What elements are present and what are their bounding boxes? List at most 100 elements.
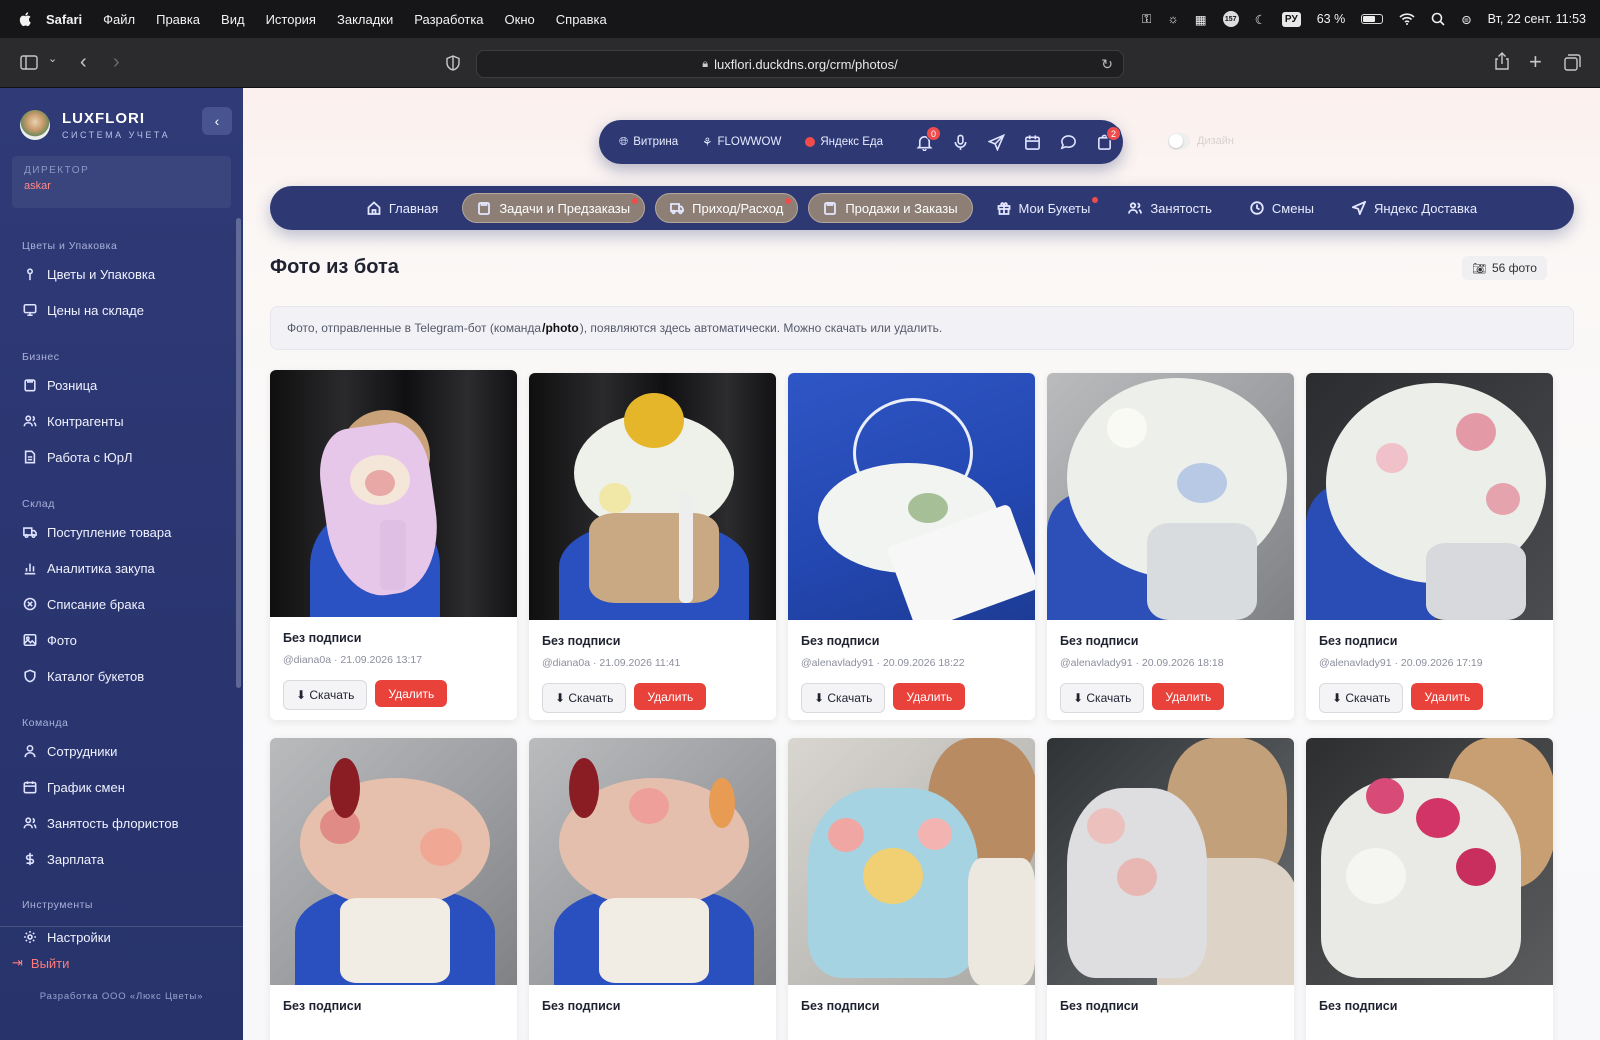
tabs-overview-icon[interactable]: [1564, 54, 1581, 71]
clipboard-icon: [824, 202, 837, 215]
sidebar-item-prices[interactable]: Цены на складе: [22, 302, 144, 318]
photo-caption: Без подписи: [283, 631, 362, 645]
delete-button[interactable]: Удалить: [634, 683, 707, 710]
globe-icon: 🌐︎: [619, 135, 629, 148]
sidebar-toggle-icon[interactable]: [20, 55, 38, 70]
calendar-button[interactable]: [1015, 120, 1051, 164]
download-button[interactable]: ⬇ Скачать: [801, 683, 886, 713]
battery-icon[interactable]: [1361, 14, 1384, 24]
sidebar-scrollbar[interactable]: [236, 218, 241, 688]
download-button[interactable]: ⬇ Скачать: [1060, 683, 1145, 713]
photo-count: 56 фото: [1491, 261, 1537, 275]
photo-image[interactable]: [1306, 738, 1553, 985]
search-icon[interactable]: [1431, 12, 1445, 26]
delete-button[interactable]: Удалить: [1152, 683, 1225, 710]
truck-icon: [22, 524, 38, 540]
tab-home[interactable]: Главная: [353, 193, 452, 223]
sidebar-item-employees[interactable]: Сотрудники: [22, 743, 117, 759]
sidebar-item-purchase-analytics[interactable]: Аналитика закупа: [22, 560, 155, 576]
tab-my-bouquets[interactable]: Мои Букеты: [983, 193, 1105, 223]
link-storefront[interactable]: 🌐︎ Витрина: [619, 136, 678, 149]
delete-button[interactable]: Удалить: [1411, 683, 1484, 710]
link-flowwow[interactable]: ⚘ FLOWWOW: [702, 135, 781, 149]
camera-icon: 📷︎: [1472, 262, 1486, 275]
tab-income-expense[interactable]: Приход/Расход: [655, 193, 799, 223]
theme-toggle[interactable]: [1168, 133, 1190, 149]
sidebar-item-retail[interactable]: Розница: [22, 377, 97, 393]
chat-button[interactable]: [1051, 120, 1087, 164]
photo-image[interactable]: [529, 738, 776, 985]
photo-image[interactable]: [270, 738, 517, 985]
menu-bookmarks[interactable]: Закладки: [337, 12, 393, 27]
address-bar[interactable]: 🔒︎ luxflori.duckdns.org/crm/photos/ ↻: [476, 50, 1124, 78]
sidebar-item-settings[interactable]: Настройки: [22, 929, 111, 945]
photo-card: Без подписи @alenavlady91 · 20.09.2026 1…: [788, 373, 1035, 720]
sidebar-item-receipts[interactable]: Поступление товара: [22, 524, 171, 540]
apple-icon[interactable]: [18, 11, 34, 27]
download-button[interactable]: ⬇ Скачать: [542, 683, 627, 713]
sidebar-item-bouquet-catalog[interactable]: Каталог букетов: [22, 668, 144, 684]
download-button[interactable]: ⬇ Скачать: [1319, 683, 1404, 713]
menu-app-name[interactable]: Safari: [46, 12, 82, 27]
photo-image[interactable]: [529, 373, 776, 620]
input-language[interactable]: РУ: [1281, 11, 1301, 27]
menu-view[interactable]: Вид: [221, 12, 245, 27]
sidebar-item-legal[interactable]: Работа с ЮрЛ: [22, 449, 133, 465]
forward-icon[interactable]: ›: [113, 51, 120, 74]
sidebar-item-photo[interactable]: Фото: [22, 632, 77, 648]
wifi-icon[interactable]: [1399, 13, 1415, 25]
download-button[interactable]: ⬇ Скачать: [283, 680, 368, 710]
chevron-down-icon[interactable]: ⌄: [48, 52, 57, 65]
photo-image[interactable]: [1047, 373, 1294, 620]
sidebar-item-shift-schedule[interactable]: График смен: [22, 779, 125, 795]
voice-button[interactable]: [943, 120, 979, 164]
tab-shifts[interactable]: Смены: [1236, 193, 1328, 223]
tab-yandex-delivery[interactable]: Яндекс Доставка: [1338, 193, 1491, 223]
sidebar-item-writeoff[interactable]: Списание брака: [22, 596, 145, 612]
share-icon[interactable]: [1495, 52, 1509, 70]
photo-image[interactable]: [1047, 738, 1294, 985]
link-yandex-eda[interactable]: Яндекс Еда: [805, 136, 883, 148]
sidebar-item-contractors[interactable]: Контрагенты: [22, 413, 124, 429]
logout-button[interactable]: ⇥ Выйти: [12, 955, 69, 971]
back-icon[interactable]: ‹: [80, 51, 87, 74]
tab-sales-orders[interactable]: Продажи и Заказы: [808, 193, 973, 223]
photo-image[interactable]: [788, 373, 1035, 620]
orders-button[interactable]: 2: [1087, 120, 1123, 164]
document-icon: [22, 449, 38, 465]
tab-tasks[interactable]: Задачи и Предзаказы: [462, 193, 646, 223]
notification-badge[interactable]: 157: [1222, 11, 1239, 27]
weather-icon[interactable]: ☼: [1167, 12, 1178, 26]
photo-image[interactable]: [1306, 373, 1553, 620]
key-icon[interactable]: ⚿: [1142, 12, 1152, 27]
tab-occupancy[interactable]: Занятость: [1114, 193, 1226, 223]
brand[interactable]: LUXFLORI СИСТЕМА УЧЕТА: [20, 110, 170, 140]
sidebar-item-florist-load[interactable]: Занятость флористов: [22, 815, 179, 831]
main-content: 🌐︎ Витрина ⚘ FLOWWOW Яндекс Еда 0 2 Диза…: [243, 88, 1600, 1040]
privacy-shield-icon[interactable]: [446, 55, 460, 71]
menubar-datetime[interactable]: Вт, 22 сент. 11:53: [1488, 12, 1586, 26]
new-tab-icon[interactable]: +: [1529, 49, 1542, 75]
delete-button[interactable]: Удалить: [375, 680, 448, 707]
menu-edit[interactable]: Правка: [156, 12, 200, 27]
notifications-button[interactable]: 0: [907, 120, 943, 164]
menu-develop[interactable]: Разработка: [414, 12, 483, 27]
photo-image[interactable]: [788, 738, 1035, 985]
battery-percent[interactable]: 63 %: [1317, 12, 1346, 26]
delete-button[interactable]: Удалить: [893, 683, 966, 710]
control-center-icon[interactable]: ⊜: [1461, 12, 1471, 27]
menu-help[interactable]: Справка: [556, 12, 607, 27]
menu-file[interactable]: Файл: [103, 12, 135, 27]
menu-history[interactable]: История: [266, 12, 316, 27]
send-button[interactable]: [979, 120, 1015, 164]
photo-image[interactable]: [270, 370, 517, 617]
users-icon: [22, 413, 38, 429]
moon-icon[interactable]: ☾: [1255, 12, 1266, 27]
sidebar-item-salary[interactable]: Зарплата: [22, 851, 104, 867]
gear-icon: [22, 929, 38, 945]
menu-window[interactable]: Окно: [505, 12, 535, 27]
keyboard-icon[interactable]: ▦: [1195, 12, 1207, 27]
reload-icon[interactable]: ↻: [1101, 56, 1113, 73]
sidebar-collapse-button[interactable]: ‹: [202, 107, 232, 135]
sidebar-item-flowers[interactable]: Цветы и Упаковка: [22, 266, 155, 282]
